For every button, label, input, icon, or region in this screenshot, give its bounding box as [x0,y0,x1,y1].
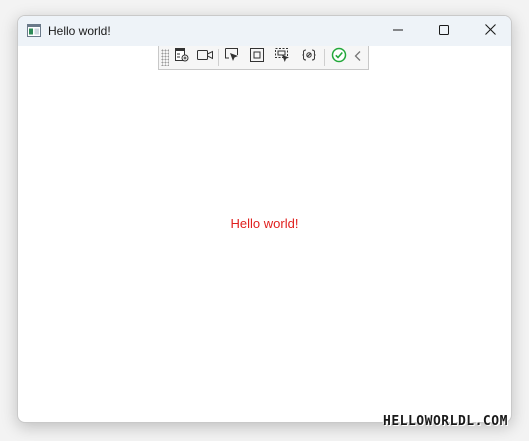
window-content: Hello world! [18,46,511,422]
app-window-icon [27,24,41,37]
hello-message: Hello world! [230,215,299,231]
minimize-icon [393,22,403,40]
close-button[interactable] [467,16,511,46]
title-bar[interactable]: Hello world! [18,16,511,46]
maximize-button[interactable] [421,16,467,46]
window-title: Hello world! [48,24,111,38]
app-window: Hello world! Hello world! [17,15,512,423]
close-icon [484,22,496,40]
watermark-text: HELLOWORLDL.COM [383,414,508,429]
minimize-button[interactable] [375,16,421,46]
maximize-icon [439,22,449,40]
